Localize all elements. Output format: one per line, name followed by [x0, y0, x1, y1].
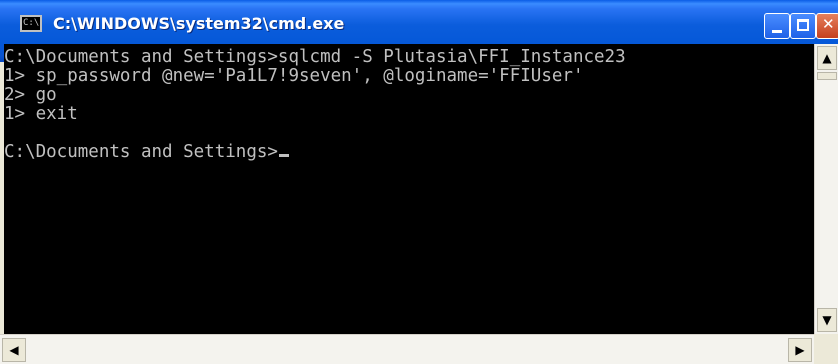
vertical-scroll-thumb[interactable]	[817, 72, 837, 80]
scroll-left-button[interactable]: ◀	[2, 338, 26, 362]
minimize-button[interactable]	[764, 13, 790, 39]
console-line: C:\Documents and Settings>sqlcmd -S Plut…	[4, 47, 626, 67]
console-line: 1> sp_password @new='Pa1L7!9seven', @log…	[4, 66, 584, 86]
resize-corner[interactable]	[814, 334, 838, 364]
scroll-right-button[interactable]: ▶	[788, 338, 812, 362]
window-title: C:\WINDOWS\system32\cmd.exe	[53, 14, 345, 33]
horizontal-scrollbar[interactable]: ◀ ▶	[0, 334, 814, 364]
cmd-icon[interactable]: C:\	[20, 15, 42, 32]
console-line: 1> exit	[4, 104, 78, 124]
console-prompt: C:\Documents and Settings>	[4, 142, 278, 162]
console-output[interactable]: C:\Documents and Settings>sqlcmd -S Plut…	[4, 44, 814, 334]
close-button[interactable]	[816, 13, 838, 39]
scroll-up-button[interactable]: ▲	[817, 46, 837, 70]
scroll-down-button[interactable]: ▼	[817, 308, 837, 332]
maximize-button[interactable]	[790, 13, 816, 39]
cmd-window: C:\ C:\WINDOWS\system32\cmd.exe C:\Docum…	[0, 0, 838, 364]
console-line: 2> go	[4, 85, 57, 105]
text-cursor	[278, 154, 289, 157]
console-prompt-line[interactable]: C:\Documents and Settings>	[4, 143, 814, 162]
vertical-scrollbar[interactable]: ▲ ▼	[814, 44, 838, 334]
